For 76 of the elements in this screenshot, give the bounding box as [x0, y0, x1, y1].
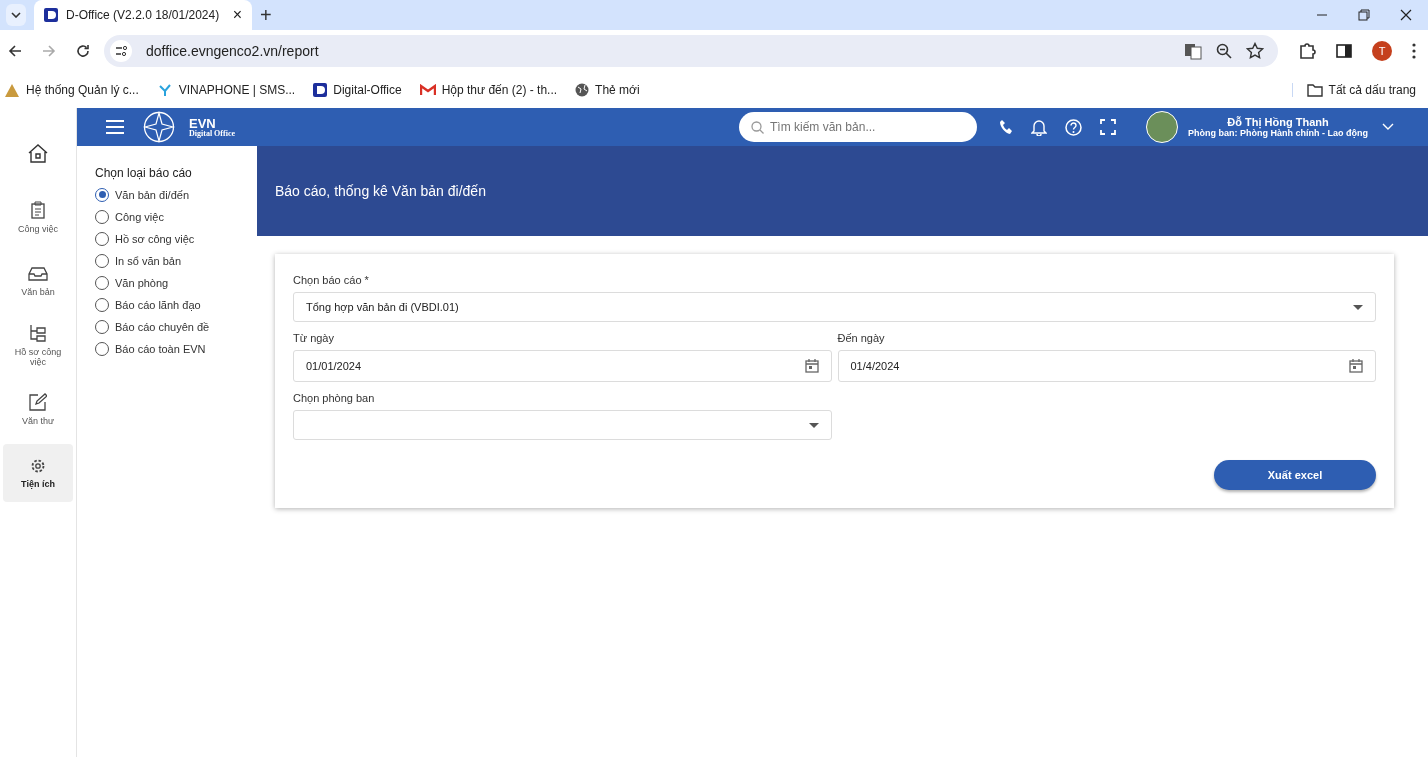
star-icon[interactable] — [1246, 42, 1264, 60]
bell-icon[interactable] — [1031, 118, 1047, 136]
puzzle-icon[interactable] — [1298, 42, 1316, 60]
tab-search-button[interactable] — [6, 4, 26, 26]
address-field[interactable]: doffice.evngenco2.vn/report — [104, 35, 1278, 67]
bookmark-item[interactable]: Thẻ mới — [575, 83, 640, 97]
settings-icon — [30, 457, 46, 474]
nav-item[interactable]: Công việc — [3, 188, 73, 246]
profile-avatar[interactable]: T — [1372, 41, 1392, 61]
report-type-option[interactable]: Văn bản đi/đến — [95, 186, 257, 203]
report-type-option[interactable]: Báo cáo chuyên đề — [95, 318, 257, 335]
reload-icon[interactable] — [76, 44, 90, 58]
logo-title: EVN — [189, 116, 216, 130]
section-title: Chọn loại báo cáo — [95, 166, 193, 180]
globe-icon — [575, 83, 590, 97]
nav-item[interactable]: Văn bản — [3, 252, 73, 310]
side-panel-icon[interactable] — [1336, 43, 1352, 59]
bookmark-item[interactable]: Digital-Office — [313, 83, 402, 97]
report-type-option[interactable]: Báo cáo lãnh đạo — [95, 296, 257, 313]
compass-star-logo-icon — [143, 111, 175, 143]
folder-tree-icon — [29, 323, 47, 342]
clipboard-icon — [30, 200, 46, 219]
home-icon — [27, 142, 49, 164]
nav-item[interactable]: Tiện ích — [3, 444, 73, 502]
doffice-logo-icon — [313, 83, 328, 97]
browser-tab[interactable]: D-Office (V2.2.0 18/01/2024) × — [34, 0, 252, 30]
fullscreen-icon[interactable] — [1100, 119, 1116, 135]
bookmark-item[interactable]: Hộp thư đến (2) - th... — [419, 83, 558, 97]
doffice-logo-icon — [44, 8, 58, 22]
phone-icon[interactable] — [999, 119, 1013, 135]
search-icon — [751, 121, 764, 134]
bookmark-item[interactable]: VINAPHONE | SMS... — [156, 82, 296, 98]
date-field[interactable]: 01/4/2024 — [837, 350, 1376, 382]
calendar-icon[interactable] — [1349, 359, 1363, 373]
report-select[interactable]: Tổng hợp văn bản đi (VBDI.01) — [293, 292, 1376, 322]
date-field[interactable]: 01/01/2024 — [293, 350, 832, 382]
dropdown-arrow-icon — [808, 422, 819, 428]
export-excel-button[interactable]: Xuất excel — [1214, 460, 1376, 490]
bookmark-item[interactable]: Hệ thống Quản lý c... — [4, 82, 139, 98]
help-icon[interactable] — [1065, 118, 1082, 136]
report-type-option[interactable]: Hồ sơ công việc — [95, 230, 257, 247]
page-title: Báo cáo, thống kê Văn bản đi/đến — [275, 183, 486, 199]
mail-icon — [419, 84, 436, 96]
search-field[interactable]: Tìm kiếm văn bản... — [739, 112, 977, 142]
report-type-option[interactable]: In sổ văn bản — [95, 252, 257, 269]
menu-icon[interactable] — [105, 119, 125, 135]
nav-item[interactable]: Hồ sơ công việc — [3, 316, 73, 374]
folder-icon — [1306, 83, 1323, 97]
all-bookmarks-button[interactable]: Tất cả dấu trang — [1291, 83, 1416, 97]
close-tab-button[interactable]: × — [232, 6, 242, 24]
field-label: Chọn phòng ban — [293, 392, 376, 404]
logo-subtitle: Digital Office — [189, 129, 235, 138]
back-icon[interactable] — [8, 44, 22, 58]
zoom-out-icon[interactable] — [1216, 43, 1232, 59]
field-label: Từ ngày — [293, 332, 335, 344]
restore-icon[interactable] — [1358, 9, 1370, 21]
field-label: Chọn báo cáo * — [293, 274, 370, 286]
site-settings-icon[interactable] — [110, 40, 132, 62]
report-type-option[interactable]: Văn phòng — [95, 274, 257, 291]
calendar-icon[interactable] — [804, 359, 819, 373]
translate-icon[interactable] — [1184, 42, 1202, 60]
dropdown-arrow-icon — [1353, 304, 1363, 310]
nav-item[interactable]: Văn thư — [3, 380, 73, 438]
new-tab-button[interactable]: + — [260, 3, 272, 27]
inbox-icon — [28, 265, 48, 282]
report-type-option[interactable]: Công việc — [95, 208, 257, 225]
edit-icon — [29, 392, 47, 411]
chevron-down-icon[interactable] — [1382, 123, 1394, 131]
user-department: Phòng ban: Phòng Hành chính - Lao động — [1188, 128, 1368, 139]
user-name: Đỗ Thị Hồng Thanh — [1227, 115, 1329, 129]
user-avatar[interactable] — [1146, 111, 1178, 143]
chevron-down-icon — [11, 12, 21, 18]
field-label: Đến ngày — [837, 332, 886, 344]
close-icon[interactable] — [1400, 9, 1412, 21]
menu-icon[interactable] — [1412, 43, 1416, 59]
report-type-option[interactable]: Báo cáo toàn EVN — [95, 340, 257, 357]
